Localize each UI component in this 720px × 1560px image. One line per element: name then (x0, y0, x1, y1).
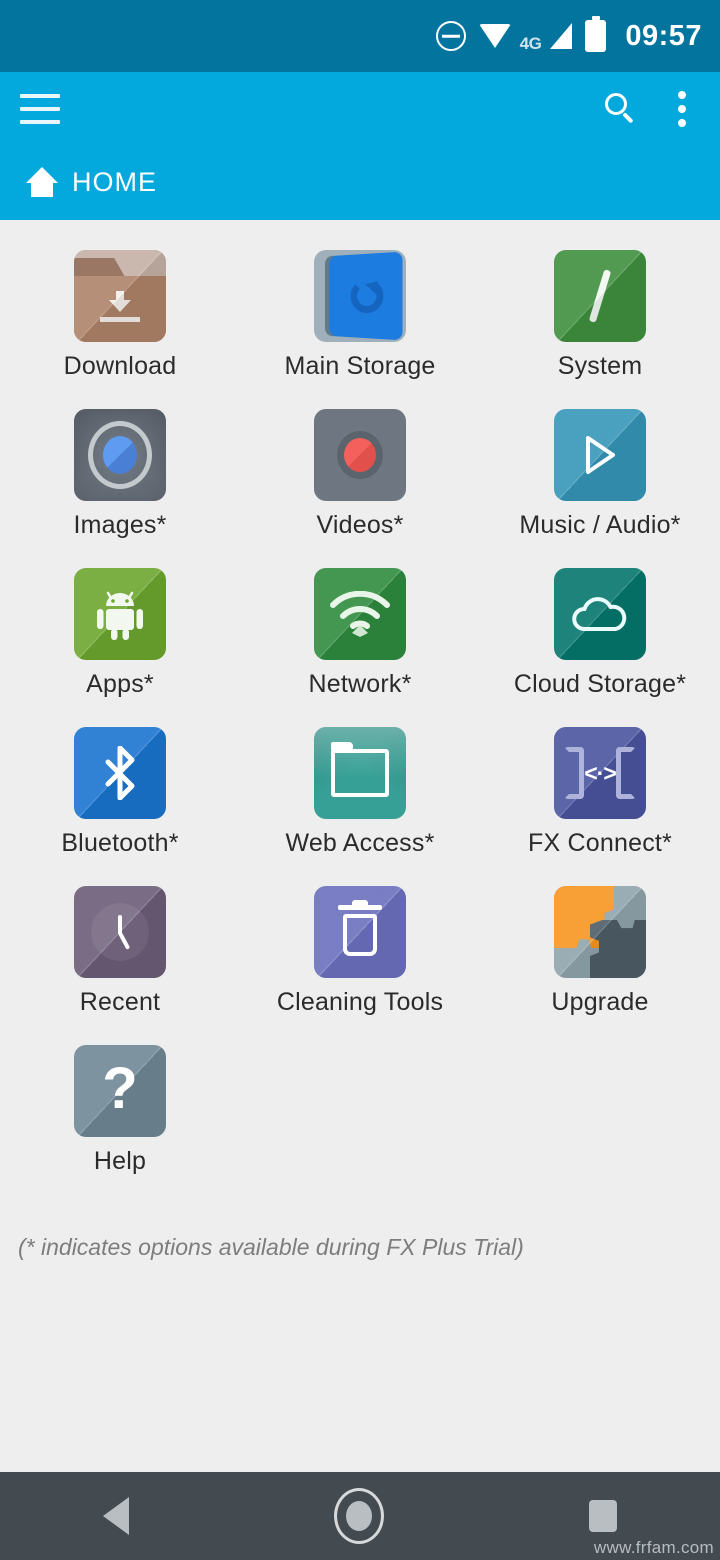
grid-item-label: Help (93, 1147, 147, 1175)
grid-item-help[interactable]: ? Help (0, 1045, 240, 1176)
grid-item-label: Cloud Storage* (513, 670, 687, 698)
grid-item-label: System (557, 352, 643, 380)
breadcrumb[interactable]: HOME (0, 146, 720, 218)
grid-item-label: Bluetooth* (61, 829, 179, 857)
folder-download-icon (74, 250, 166, 342)
trial-note: (* indicates options available during FX… (18, 1234, 524, 1260)
device-storage-icon (314, 250, 406, 342)
devices-code-icon: <·> (554, 727, 646, 819)
grid-item-label: Apps* (86, 670, 154, 698)
network-type-label: 4G (519, 34, 542, 53)
watermark-label: www.frfam.com (593, 1538, 714, 1557)
system-navigation-bar: www.frfam.com (0, 1472, 720, 1560)
grid-item-system[interactable]: System (480, 250, 720, 381)
hamburger-menu-icon[interactable] (20, 94, 60, 124)
puzzle-piece-icon (554, 886, 646, 978)
android-robot-icon (74, 568, 166, 660)
grid-item-apps[interactable]: Apps* (0, 568, 240, 699)
battery-icon (585, 20, 607, 52)
bluetooth-icon (74, 727, 166, 819)
home-circle-icon[interactable] (333, 1488, 384, 1544)
grid-item-cleaning-tools[interactable]: Cleaning Tools (240, 886, 480, 1017)
grid-item-main-storage[interactable]: Main Storage (240, 250, 480, 381)
grid-item-label: Download (63, 352, 177, 380)
question-mark-icon: ? (74, 1045, 166, 1137)
grid-item-recent[interactable]: Recent (0, 886, 240, 1017)
grid-item-label: FX Connect* (528, 829, 672, 857)
main-content: Download Main Storage System Images* Vid… (0, 220, 720, 1472)
grid-item-label: Main Storage (284, 352, 436, 380)
overflow-menu-icon[interactable] (678, 91, 686, 127)
grid-item-label: Videos* (316, 511, 404, 539)
camera-lens-icon (74, 409, 166, 501)
grid-item-label: Recent (79, 988, 161, 1016)
shortcut-grid: Download Main Storage System Images* Vid… (0, 220, 720, 1176)
cellular-signal-icon (550, 23, 573, 49)
grid-item-music-audio[interactable]: Music / Audio* (480, 409, 720, 540)
grid-item-network[interactable]: Network* (240, 568, 480, 699)
wifi-icon (478, 24, 511, 48)
grid-item-images[interactable]: Images* (0, 409, 240, 540)
grid-item-fx-connect[interactable]: <·> FX Connect* (480, 727, 720, 858)
clock-icon (74, 886, 166, 978)
breadcrumb-label: HOME (72, 166, 157, 197)
wifi-signal-icon (314, 568, 406, 660)
home-icon (26, 167, 58, 197)
do-not-disturb-icon (435, 21, 466, 51)
grid-item-label: Network* (308, 670, 412, 698)
search-icon[interactable] (604, 92, 638, 126)
grid-item-label: Upgrade (551, 988, 649, 1016)
toolbar-actions-row (0, 72, 720, 146)
grid-item-web-access[interactable]: Web Access* (240, 727, 480, 858)
root-slash-icon (554, 250, 646, 342)
folder-outline-icon (314, 727, 406, 819)
cloud-icon (554, 568, 646, 660)
grid-item-download[interactable]: Download (0, 250, 240, 381)
app-screen: 4G 09:57 HOME Download Main Storage Syst… (0, 0, 720, 1560)
grid-item-label: Images* (73, 511, 167, 539)
status-icons: 4G 09:57 (435, 18, 702, 54)
app-toolbar: HOME (0, 72, 720, 220)
grid-item-upgrade[interactable]: Upgrade (480, 886, 720, 1017)
grid-item-label: Cleaning Tools (276, 988, 444, 1016)
grid-item-label: Web Access* (285, 829, 435, 857)
back-triangle-icon[interactable] (102, 1497, 129, 1535)
grid-item-cloud-storage[interactable]: Cloud Storage* (480, 568, 720, 699)
status-bar: 4G 09:57 (0, 0, 720, 72)
record-dot-icon (314, 409, 406, 501)
grid-item-videos[interactable]: Videos* (240, 409, 480, 540)
grid-item-label: Music / Audio* (519, 511, 681, 539)
recents-square-icon[interactable] (589, 1500, 618, 1532)
grid-item-bluetooth[interactable]: Bluetooth* (0, 727, 240, 858)
play-triangle-icon (554, 409, 646, 501)
status-clock: 09:57 (625, 19, 702, 52)
trash-can-icon (314, 886, 406, 978)
